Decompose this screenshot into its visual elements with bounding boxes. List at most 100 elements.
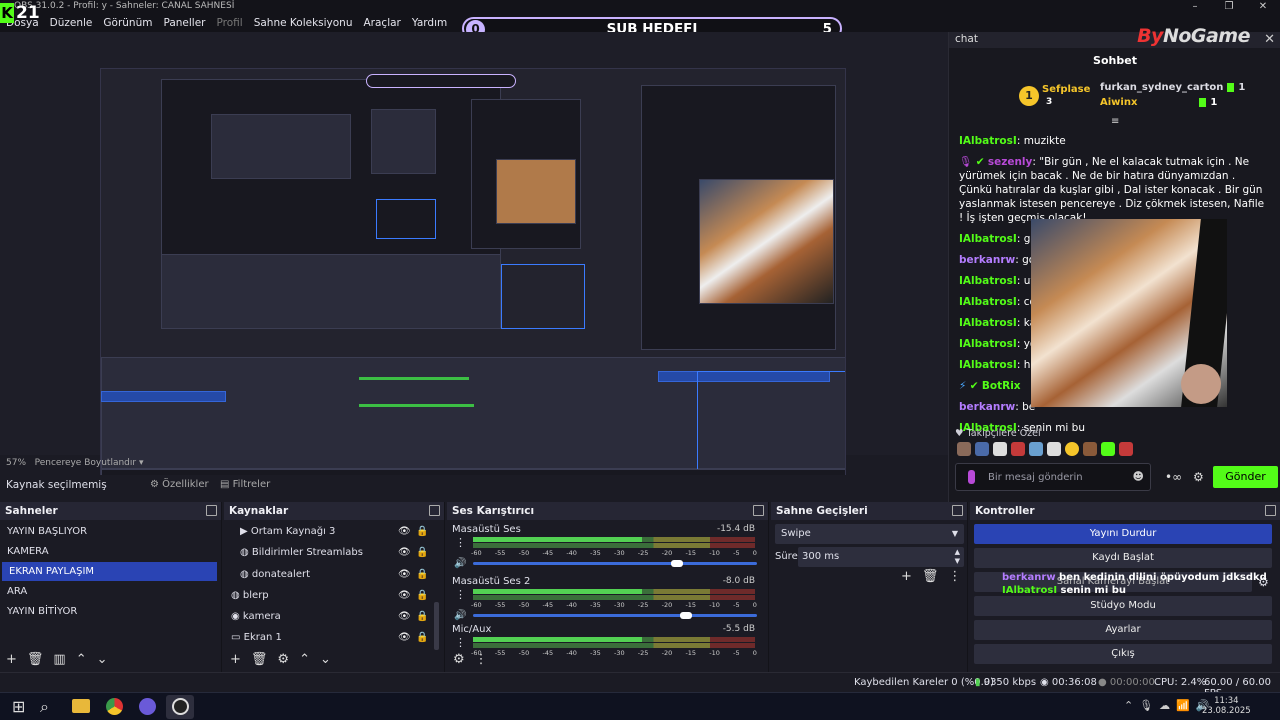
chrome-icon[interactable]	[106, 698, 123, 715]
duration-input[interactable]: 300 ms ▲ ▼	[798, 547, 964, 567]
stepper-icon[interactable]: ▲ ▼	[955, 548, 960, 566]
settings-button[interactable]: Ayarlar	[974, 620, 1272, 640]
gear-icon[interactable]: ⚙	[1193, 470, 1204, 484]
points-icon[interactable]: •∞	[1165, 470, 1182, 484]
chat-username[interactable]: BotRix	[982, 380, 1021, 392]
chat-username[interactable]: IAlbatrosI	[959, 233, 1017, 245]
emote-icon[interactable]	[1029, 442, 1043, 456]
trash-icon[interactable]: 🗑	[251, 652, 268, 667]
popout-icon[interactable]	[429, 505, 440, 516]
emote-icon[interactable]	[993, 442, 1007, 456]
windows-start-icon[interactable]: ⊞	[12, 697, 25, 716]
eye-icon[interactable]: 👁	[398, 628, 411, 647]
chat-username[interactable]: IAlbatrosI	[959, 296, 1017, 308]
menu-icon[interactable]: ⋮	[455, 588, 466, 601]
emote-icon[interactable]	[1083, 442, 1097, 456]
menu-icon[interactable]: ⋮	[948, 569, 961, 584]
eye-icon[interactable]: 👁	[398, 543, 411, 562]
emoji-icon[interactable]: ☻	[1133, 470, 1144, 483]
lock-icon[interactable]: 🔒	[416, 586, 428, 605]
add-icon[interactable]: +	[230, 652, 241, 667]
eye-icon[interactable]: 👁	[398, 522, 411, 541]
emote-icon[interactable]	[957, 442, 971, 456]
start-recording-button[interactable]: Kaydı Başlat	[974, 548, 1272, 568]
add-icon[interactable]: +	[901, 569, 912, 584]
fit-to-window[interactable]: Pencereye Boyutlandır	[35, 458, 136, 468]
chat-username[interactable]: berkanrw	[959, 401, 1015, 413]
chat-username[interactable]: sezenly	[988, 156, 1033, 168]
source-item[interactable]: ▶ Ortam Kaynağı 3 👁 🔒	[224, 522, 444, 541]
menu-help[interactable]: Yardım	[412, 17, 447, 29]
trash-icon[interactable]: 🗑	[922, 569, 939, 584]
lock-icon[interactable]: 🔒	[416, 565, 428, 584]
chat-username[interactable]: IAlbatrosI	[959, 317, 1017, 329]
file-explorer-icon[interactable]	[72, 699, 90, 713]
emote-icon[interactable]	[1065, 442, 1079, 456]
chat-username[interactable]: IAlbatrosI	[959, 275, 1017, 287]
scrollbar[interactable]	[434, 602, 439, 650]
move-up-icon[interactable]: ⌃	[299, 652, 310, 667]
emote-icon[interactable]	[1119, 442, 1133, 456]
move-down-icon[interactable]: ⌄	[320, 652, 331, 667]
scene-item[interactable]: YAYIN BAŞLIYOR	[0, 522, 221, 541]
transition-select[interactable]: Swipe ▼	[775, 524, 964, 544]
chat-input[interactable]: Bir mesaj gönderin ☻	[955, 463, 1151, 491]
popout-icon[interactable]	[753, 505, 764, 516]
volume-slider[interactable]	[473, 562, 757, 565]
eye-icon[interactable]: 👁	[398, 586, 411, 605]
speaker-icon[interactable]: 🔊	[454, 558, 466, 569]
menu-icon[interactable]: ⋮	[455, 536, 466, 549]
source-item[interactable]: ◍ blerp 👁 🔒	[224, 586, 444, 605]
emote-icon[interactable]	[1101, 442, 1115, 456]
scene-item[interactable]: ARA	[0, 582, 221, 601]
eye-icon[interactable]: 👁	[398, 607, 411, 626]
trash-icon[interactable]: 🗑	[27, 652, 44, 667]
menu-docks[interactable]: Paneller	[163, 17, 205, 29]
studio-mode-button[interactable]: Stüdyo Modu	[974, 596, 1272, 616]
emote-icon[interactable]	[1047, 442, 1061, 456]
menu-view[interactable]: Görünüm	[103, 17, 152, 29]
scene-item-selected[interactable]: EKRAN PAYLAŞIM	[2, 562, 217, 581]
popout-icon[interactable]	[952, 505, 963, 516]
chat-username[interactable]: berkanrw	[959, 254, 1015, 266]
popout-icon[interactable]	[206, 505, 217, 516]
maximize-icon[interactable]: ❐	[1212, 0, 1246, 14]
move-up-icon[interactable]: ⌃	[76, 652, 87, 667]
chat-username[interactable]: IAlbatrosI	[959, 359, 1017, 371]
preview-canvas[interactable]	[100, 68, 846, 482]
source-item[interactable]: ◉ kamera 👁 🔒	[224, 607, 444, 626]
discord-icon[interactable]	[139, 698, 156, 715]
volume-knob[interactable]	[680, 612, 692, 619]
chat-username[interactable]: IAlbatrosI	[959, 135, 1017, 147]
properties-button[interactable]: ⚙ Özellikler	[150, 479, 209, 490]
lock-icon[interactable]: 🔒	[416, 628, 428, 647]
lock-icon[interactable]: 🔒	[416, 607, 428, 626]
menu-tools[interactable]: Araçlar	[364, 17, 401, 29]
gear-icon[interactable]: ⚙	[453, 652, 465, 667]
search-icon[interactable]: ⌕	[40, 697, 49, 717]
stop-streaming-button[interactable]: Yayını Durdur	[974, 524, 1272, 544]
menu-scene-collection[interactable]: Sahne Koleksiyonu	[254, 17, 353, 29]
send-button[interactable]: Gönder	[1213, 466, 1278, 488]
filter-icon[interactable]: ≡	[1111, 116, 1119, 127]
close-icon[interactable]: ✕	[1246, 0, 1280, 14]
lock-icon[interactable]: 🔒	[416, 543, 428, 562]
source-item[interactable]: ◍ donatealert 👁 🔒	[224, 565, 444, 584]
volume-knob[interactable]	[671, 560, 684, 567]
gear-icon[interactable]: ⚙	[277, 652, 289, 667]
filters-button[interactable]: ▤ Filtreler	[220, 479, 270, 490]
move-down-icon[interactable]: ⌄	[97, 652, 108, 667]
emote-icon[interactable]	[975, 442, 989, 456]
minimize-icon[interactable]: –	[1178, 0, 1212, 14]
eye-icon[interactable]: 👁	[398, 565, 411, 584]
popout-icon[interactable]	[1265, 505, 1276, 516]
scene-item[interactable]: YAYIN BİTİYOR	[0, 602, 221, 621]
filter-icon[interactable]: ▥	[53, 652, 65, 667]
source-item[interactable]: ▭ Ekran 1 👁 🔒	[224, 628, 444, 647]
scene-item[interactable]: KAMERA	[0, 542, 221, 561]
chat-username[interactable]: IAlbatrosI	[959, 338, 1017, 350]
close-icon[interactable]: ✕	[1264, 32, 1275, 47]
source-item[interactable]: ◍ Bildirimler Streamlabs 👁 🔒	[224, 543, 444, 562]
preview-area[interactable]	[0, 32, 948, 482]
emote-icon[interactable]	[1011, 442, 1025, 456]
